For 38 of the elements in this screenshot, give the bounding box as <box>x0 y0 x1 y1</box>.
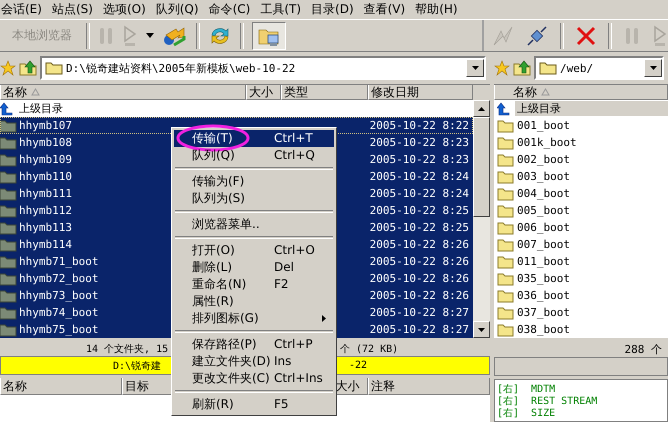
modified-date: 2005-10-22 8:23 <box>370 153 469 166</box>
file-name: hhymb111 <box>19 187 72 200</box>
modified-date: 2005-10-22 8:26 <box>370 272 469 285</box>
path-text: D:\锐奇建 <box>113 360 162 372</box>
file-name: hhymb109 <box>19 153 72 166</box>
file-name: hhymb74_boot <box>19 306 98 319</box>
log-tag: [右] <box>497 406 520 420</box>
file-name: hhymb72_boot <box>19 272 98 285</box>
file-name: hhymb112 <box>19 204 72 217</box>
file-name: hhymb71_boot <box>19 255 98 268</box>
file-name: hhymb110 <box>19 170 72 183</box>
file-name: 上级目录 <box>19 101 63 116</box>
modified-date: 2005-10-22 8:23 <box>370 136 469 149</box>
file-name: hhymb108 <box>19 136 72 149</box>
modified-date: 2005-10-22 8:26 <box>370 255 469 268</box>
modified-date: 2005-10-22 8:24 <box>370 170 469 183</box>
modified-date: 2005-10-22 8:24 <box>370 187 469 200</box>
modified-date: 2005-10-22 8:26 <box>370 289 469 302</box>
modified-date: 2005-10-22 8:25 <box>370 221 469 234</box>
log-tag: [右] <box>497 382 520 396</box>
modified-date: 2005-10-22 8:22 <box>370 119 469 132</box>
log-tag: [右] <box>497 394 520 408</box>
log-text: REST STREAM <box>531 396 598 406</box>
modified-date: 2005-10-22 8:25 <box>370 204 469 217</box>
log-text: SIZE <box>531 408 556 418</box>
status-text: 14 个文件夹, 15 <box>86 342 168 356</box>
status-text: 个 (72 KB) <box>340 343 398 356</box>
modified-date: 2005-10-22 8:27 <box>370 323 469 336</box>
modified-date: 2005-10-22 8:26 <box>370 238 469 251</box>
status-text: 288 个 <box>624 342 662 356</box>
modified-date: 2005-10-22 8:27 <box>370 306 469 319</box>
path-text: -22 <box>348 360 367 371</box>
file-name: hhymb114 <box>19 238 72 251</box>
file-name: hhymb75_boot <box>19 323 98 336</box>
file-name: hhymb107 <box>19 119 72 132</box>
log-text: MDTM <box>531 384 556 394</box>
file-name: hhymb73_boot <box>19 289 98 302</box>
file-name: hhymb113 <box>19 221 72 234</box>
